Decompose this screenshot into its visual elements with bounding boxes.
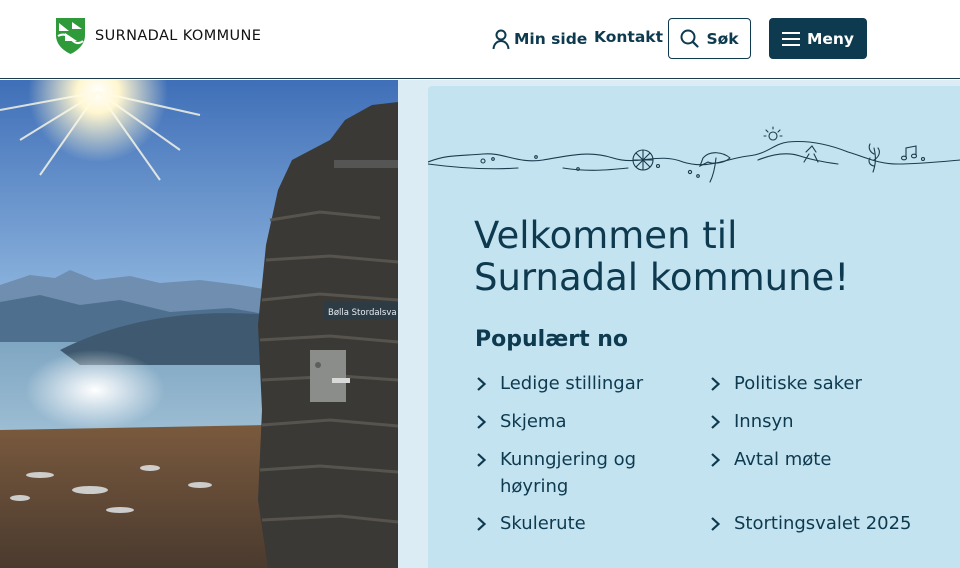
hamburger-icon (781, 31, 800, 46)
link-innsyn[interactable]: Innsyn (710, 408, 794, 435)
link-label: Kunngjering og høyring (500, 449, 637, 497)
link-avtal-mote[interactable]: Avtal møte (710, 446, 831, 473)
link-politiske-saker[interactable]: Politiske saker (710, 370, 862, 397)
link-label: Stortingsvalet 2025 (734, 513, 912, 534)
chevron-right-icon (476, 446, 492, 473)
search-button[interactable]: Søk (668, 18, 751, 59)
link-kunngjering[interactable]: Kunngjering og høyring (476, 446, 676, 500)
link-ledige-stillingar[interactable]: Ledige stillingar (476, 370, 643, 397)
chevron-right-icon (710, 510, 726, 537)
link-label: Politiske saker (734, 373, 862, 394)
welcome-title-line1: Velkommen til (474, 214, 738, 257)
chevron-right-icon (710, 408, 726, 435)
min-side-link[interactable]: Min side (491, 28, 587, 50)
link-label: Skjema (500, 411, 567, 432)
person-icon (492, 29, 510, 50)
landscape-illustration-icon (428, 126, 960, 183)
link-label: Skulerute (500, 513, 586, 534)
kontakt-label: Kontakt (594, 28, 664, 46)
kontakt-link[interactable]: Kontakt (594, 28, 663, 46)
welcome-title: Velkommen til Surnadal kommune! (474, 215, 944, 299)
chevron-right-icon (476, 408, 492, 435)
menu-button[interactable]: Meny (769, 18, 867, 59)
logo-text: SURNADAL KOMMUNE (95, 28, 262, 44)
coat-of-arms-icon (56, 18, 85, 54)
link-label: Ledige stillingar (500, 373, 644, 394)
link-skjema[interactable]: Skjema (476, 408, 567, 435)
popular-heading: Populært no (475, 327, 629, 352)
chevron-right-icon (476, 510, 492, 537)
site-header: SURNADAL KOMMUNE Min side Kontakt Søk Me… (0, 0, 960, 79)
link-label: Innsyn (734, 411, 794, 432)
min-side-label: Min side (514, 30, 588, 48)
menu-label: Meny (806, 29, 855, 48)
chevron-right-icon (710, 446, 726, 473)
search-icon (680, 29, 700, 48)
welcome-title-line2: Surnadal kommune! (474, 256, 850, 299)
link-skulerute[interactable]: Skulerute (476, 510, 586, 537)
home-logo-link[interactable]: SURNADAL KOMMUNE (55, 17, 261, 55)
chevron-right-icon (476, 370, 492, 397)
cairn-sign-text: Bølla Stordalsva (328, 308, 397, 318)
chevron-right-icon (710, 370, 726, 397)
search-label: Søk (706, 29, 739, 48)
link-label: Avtal møte (734, 449, 832, 470)
hero-photo: Bølla Stordalsva (0, 80, 398, 568)
link-stortingsvalet[interactable]: Stortingsvalet 2025 (710, 510, 912, 537)
